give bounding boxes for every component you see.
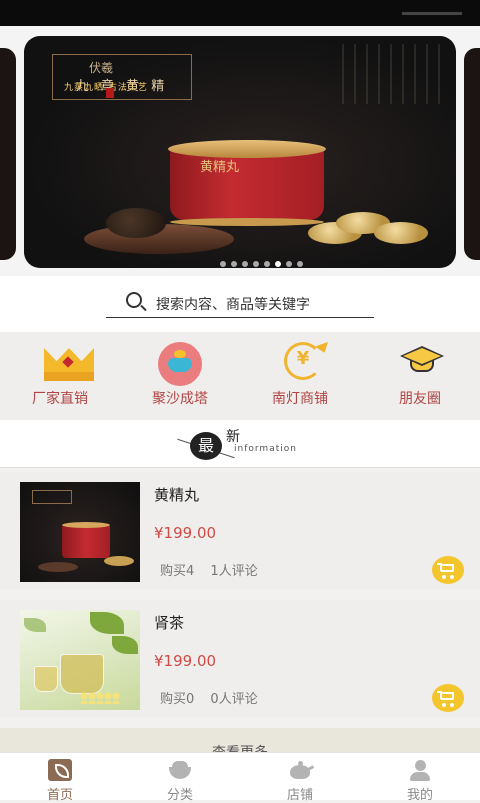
brand-top-text: 伏羲 — [89, 61, 114, 75]
yen-coin-icon: ¥ — [280, 340, 332, 384]
purchase-count: 购买0 — [160, 692, 195, 707]
product-price: ¥199.00 — [154, 652, 217, 670]
product-thumbnail[interactable] — [20, 482, 140, 582]
product-name[interactable]: 黄精丸 — [154, 484, 199, 505]
carousel-dot[interactable] — [253, 261, 259, 267]
tea-tin-base — [170, 218, 324, 226]
nav-label: 朋友圈 — [399, 391, 441, 407]
tab-label: 店铺 — [286, 788, 313, 803]
tab-store[interactable]: 店铺 — [240, 753, 360, 803]
heading-char-1: 最 — [190, 432, 222, 460]
section-heading-latest: 最 新 information — [0, 420, 480, 468]
product-name[interactable]: 肾茶 — [154, 612, 184, 633]
carousel-dot[interactable] — [297, 261, 303, 267]
next-slide-peek[interactable] — [464, 48, 480, 260]
product-card[interactable]: 肾茶 ¥199.00 购买0 0人评论 — [0, 600, 480, 718]
previous-slide-peek[interactable] — [0, 48, 16, 260]
tab-home[interactable]: 首页 — [0, 753, 120, 803]
wrapped-tea-ball — [374, 222, 428, 244]
tea-tin-label: 黄精丸 — [200, 160, 240, 175]
search-input[interactable] — [156, 294, 366, 316]
product-thumbnail[interactable] — [20, 610, 140, 710]
nav-moments[interactable]: 朋友圈 — [360, 332, 480, 420]
banner-slide[interactable]: 伏羲 九 章 黄 精 九蒸九晒 古法工艺 黄精丸 — [24, 36, 456, 268]
purchase-count: 购买4 — [160, 564, 195, 579]
product-price: ¥199.00 — [154, 524, 217, 542]
carousel-indicator[interactable] — [220, 261, 303, 267]
status-indicators — [402, 12, 462, 15]
nav-shops[interactable]: ¥ 南灯商铺 — [240, 332, 360, 420]
crown-icon — [44, 346, 94, 384]
nav-factory-direct[interactable]: 厂家直销 — [0, 332, 120, 420]
tea-tin-lid — [168, 140, 326, 158]
nav-label: 厂家直销 — [32, 391, 88, 407]
nav-gather-sand[interactable]: 聚沙成塔 — [120, 332, 240, 420]
carousel-dot[interactable] — [286, 261, 292, 267]
bottom-tab-bar: 首页 分类 店铺 我的 — [0, 752, 480, 803]
search-section — [0, 276, 480, 332]
tab-label: 我的 — [406, 788, 433, 803]
add-to-cart-button[interactable] — [432, 556, 464, 584]
status-bar — [0, 0, 480, 26]
review-count: 1人评论 — [210, 564, 258, 579]
carousel-dot[interactable] — [242, 261, 248, 267]
heading-subtitle: information — [234, 444, 297, 454]
graduation-cap-icon — [398, 344, 446, 382]
product-stats: 购买4 1人评论 — [160, 560, 270, 579]
search-icon[interactable] — [126, 292, 142, 308]
view-more-label[interactable]: 查看更多 — [0, 742, 480, 752]
search-bar[interactable] — [106, 290, 374, 318]
view-more-button[interactable]: 查看更多 — [0, 728, 480, 752]
quick-nav: 厂家直销 聚沙成塔 ¥ 南灯商铺 朋友圈 — [0, 332, 480, 420]
product-card[interactable]: 黄精丸 ¥199.00 购买4 1人评论 — [0, 472, 480, 590]
nav-label: 南灯商铺 — [272, 391, 328, 407]
product-stats: 购买0 0人评论 — [160, 688, 270, 707]
tab-category[interactable]: 分类 — [120, 753, 240, 803]
tab-label: 首页 — [46, 788, 73, 803]
review-count: 0人评论 — [210, 692, 258, 707]
heading-char-2: 新 — [226, 429, 240, 445]
user-icon — [408, 759, 432, 781]
carousel-dot-active[interactable] — [275, 261, 281, 267]
calligraphy-poem — [332, 44, 442, 104]
home-icon — [48, 759, 72, 781]
carousel-dot[interactable] — [264, 261, 270, 267]
teapot-icon — [288, 759, 315, 781]
banner-carousel[interactable]: 伏羲 九 章 黄 精 九蒸九晒 古法工艺 黄精丸 — [0, 26, 480, 276]
tab-label: 分类 — [166, 788, 193, 803]
nav-label: 聚沙成塔 — [152, 391, 208, 407]
carousel-dot[interactable] — [231, 261, 237, 267]
carousel-dot[interactable] — [220, 261, 226, 267]
pot-icon — [154, 342, 206, 386]
add-to-cart-button[interactable] — [432, 684, 464, 712]
category-icon — [168, 759, 192, 781]
brand-logo: 伏羲 九 章 黄 精 — [52, 54, 192, 100]
red-seal-stamp — [106, 88, 114, 98]
tea-tin — [170, 150, 324, 220]
tea-cake — [106, 208, 166, 238]
tab-me[interactable]: 我的 — [360, 753, 480, 803]
